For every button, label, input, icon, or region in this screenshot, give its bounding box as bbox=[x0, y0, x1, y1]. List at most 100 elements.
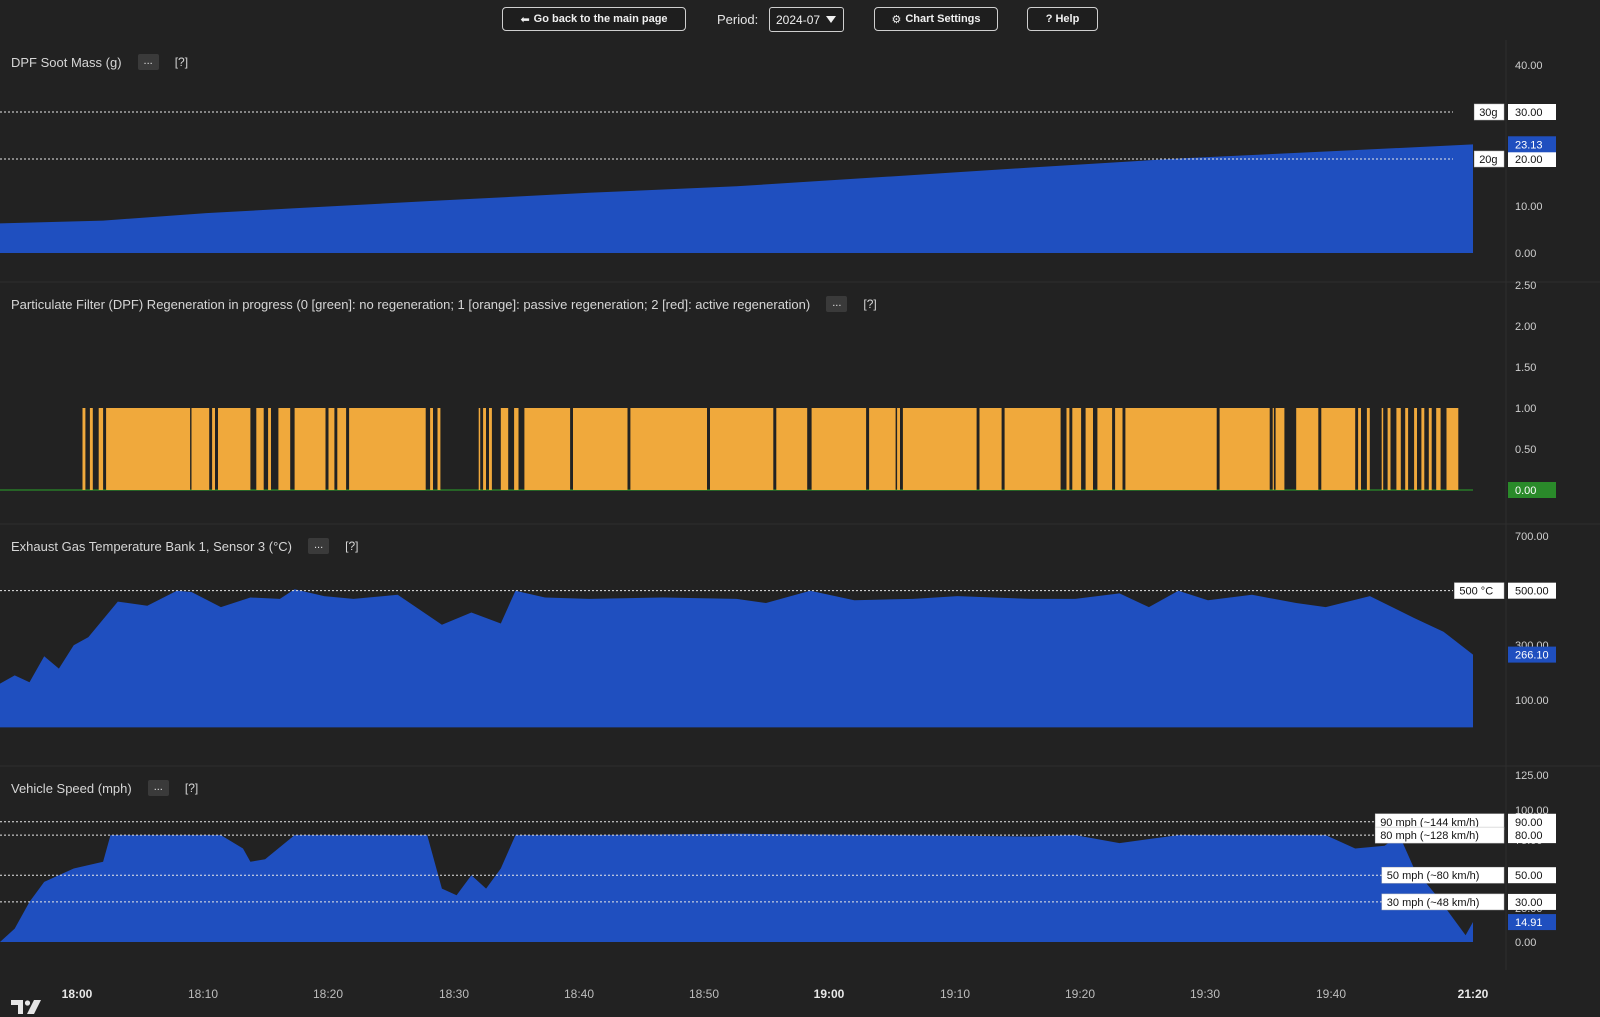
pane-title-soot: DPF Soot Mass (g) ... [?] bbox=[11, 54, 188, 70]
time-tick-label: 19:40 bbox=[1316, 987, 1346, 1001]
regen-segment bbox=[1436, 408, 1441, 490]
time-tick-label: 18:00 bbox=[62, 987, 93, 1001]
y-tick-label: 2.00 bbox=[1515, 321, 1536, 333]
pane-menu-button[interactable]: ... bbox=[147, 780, 169, 796]
reference-axis-label: 30.00 bbox=[1515, 107, 1543, 119]
pane-0: 0.0010.0020.0030.0040.0030g30.0020g20.00… bbox=[0, 60, 1556, 260]
pane-menu-button[interactable]: ... bbox=[137, 54, 159, 70]
back-to-main-label: Go back to the main page bbox=[533, 13, 668, 25]
pane-title-egt-text: Exhaust Gas Temperature Bank 1, Sensor 3… bbox=[11, 538, 292, 554]
reference-line-label: 80 mph (~128 km/h) bbox=[1380, 830, 1479, 842]
caret-down-icon bbox=[826, 16, 837, 23]
chart-settings-button[interactable]: ⚙ Chart Settings bbox=[874, 7, 998, 31]
toolbar: ⬅ Go back to the main page Period: 2024-… bbox=[0, 0, 1600, 40]
regen-segment bbox=[1296, 408, 1319, 490]
pane-menu-button[interactable]: ... bbox=[307, 538, 330, 554]
reference-line-label: 20g bbox=[1479, 154, 1497, 166]
y-tick-label: 0.00 bbox=[1515, 248, 1536, 260]
help-label: ? Help bbox=[1045, 13, 1080, 25]
regen-segment bbox=[89, 408, 93, 490]
pane-title-regen-text: Particulate Filter (DPF) Regeneration in… bbox=[11, 296, 811, 312]
pane-help-button[interactable]: [?] bbox=[175, 55, 188, 69]
back-arrow-icon: ⬅ bbox=[520, 13, 530, 26]
last-value-label: 266.10 bbox=[1515, 650, 1549, 662]
regen-segment bbox=[256, 408, 264, 490]
regen-segment bbox=[573, 408, 628, 490]
reference-axis-label: 500.00 bbox=[1515, 586, 1549, 598]
series-area bbox=[0, 833, 1473, 942]
regen-segment bbox=[1428, 408, 1432, 490]
regen-segment bbox=[337, 408, 347, 490]
regen-segment bbox=[1387, 408, 1391, 490]
pane-help-button[interactable]: [?] bbox=[185, 781, 198, 795]
reference-axis-label: 20.00 bbox=[1515, 154, 1543, 166]
y-tick-label: 0.00 bbox=[1515, 937, 1536, 949]
regen-segment bbox=[212, 408, 215, 490]
regen-segment bbox=[811, 408, 867, 490]
pane-title-soot-text: DPF Soot Mass (g) bbox=[11, 54, 122, 70]
back-to-main-button[interactable]: ⬅ Go back to the main page bbox=[502, 7, 686, 31]
gear-icon: ⚙ bbox=[891, 13, 902, 26]
pane-menu-button[interactable]: ... bbox=[826, 296, 848, 312]
regen-segment bbox=[430, 408, 433, 490]
regen-segment bbox=[191, 408, 210, 490]
regen-segment bbox=[278, 408, 291, 490]
series-area bbox=[0, 589, 1473, 728]
pane-help-button[interactable]: [?] bbox=[345, 539, 358, 553]
reference-line-label: 30g bbox=[1479, 107, 1497, 119]
regen-segment bbox=[979, 408, 1002, 490]
regen-segment bbox=[1381, 408, 1384, 490]
time-tick-label: 18:40 bbox=[564, 987, 594, 1001]
regen-segment bbox=[1321, 408, 1356, 490]
regen-segment bbox=[294, 408, 326, 490]
regen-segment bbox=[1396, 408, 1401, 490]
pane-1: 0.000.501.001.502.002.500.00 bbox=[0, 280, 1556, 498]
charts-area: 0.0010.0020.0030.0040.0030g30.0020g20.00… bbox=[0, 40, 1600, 1014]
regen-segment bbox=[1421, 408, 1425, 490]
y-tick-label: 1.50 bbox=[1515, 362, 1536, 374]
regen-segment bbox=[897, 408, 900, 490]
regen-segment bbox=[483, 408, 486, 490]
regen-segment bbox=[500, 408, 509, 490]
last-value-label: 23.13 bbox=[1515, 139, 1543, 151]
period-label: Period: bbox=[717, 12, 759, 27]
reference-line-label: 30 mph (~48 km/h) bbox=[1387, 897, 1480, 909]
chart-canvas[interactable]: 0.0010.0020.0030.0040.0030g30.0020g20.00… bbox=[0, 40, 1600, 1006]
time-tick-label: 19:20 bbox=[1065, 987, 1095, 1001]
reference-axis-label: 80.00 bbox=[1515, 830, 1543, 842]
y-tick-label: 125.00 bbox=[1515, 770, 1549, 782]
regen-segment bbox=[869, 408, 896, 490]
reference-axis-label: 30.00 bbox=[1515, 897, 1543, 909]
time-tick-label: 18:30 bbox=[439, 987, 469, 1001]
regen-segment bbox=[349, 408, 426, 490]
regen-segment bbox=[1446, 408, 1459, 490]
help-button[interactable]: ? Help bbox=[1027, 7, 1098, 31]
regen-segment bbox=[98, 408, 104, 490]
time-tick-label: 18:20 bbox=[313, 987, 343, 1001]
regen-segment bbox=[82, 408, 86, 490]
y-tick-label: 1.00 bbox=[1515, 403, 1536, 415]
regen-segment bbox=[218, 408, 251, 490]
regen-segment bbox=[1085, 408, 1093, 490]
regen-segment bbox=[437, 408, 441, 490]
regen-segment bbox=[106, 408, 191, 490]
regen-segment bbox=[1405, 408, 1409, 490]
regen-segment bbox=[1066, 408, 1070, 490]
pane-2: 100.00300.00500.00700.00500 °C500.00266.… bbox=[0, 531, 1556, 728]
regen-segment bbox=[1414, 408, 1417, 490]
pane-help-button[interactable]: [?] bbox=[863, 297, 876, 311]
time-tick-label: 19:10 bbox=[940, 987, 970, 1001]
regen-segment bbox=[1219, 408, 1270, 490]
regen-segment bbox=[1272, 408, 1274, 490]
last-value-label: 0.00 bbox=[1515, 485, 1536, 497]
regen-segment bbox=[1004, 408, 1061, 490]
y-tick-label: 40.00 bbox=[1515, 60, 1543, 72]
regen-segment bbox=[489, 408, 492, 490]
y-tick-label: 100.00 bbox=[1515, 695, 1549, 707]
series-area bbox=[0, 144, 1473, 253]
tradingview-logo-icon bbox=[11, 1000, 41, 1014]
last-value-label: 14.91 bbox=[1515, 917, 1543, 929]
regen-segment bbox=[514, 408, 519, 490]
period-select[interactable]: 2024-07 bbox=[769, 7, 844, 32]
pane-title-speed: Vehicle Speed (mph) ... [?] bbox=[11, 780, 198, 796]
